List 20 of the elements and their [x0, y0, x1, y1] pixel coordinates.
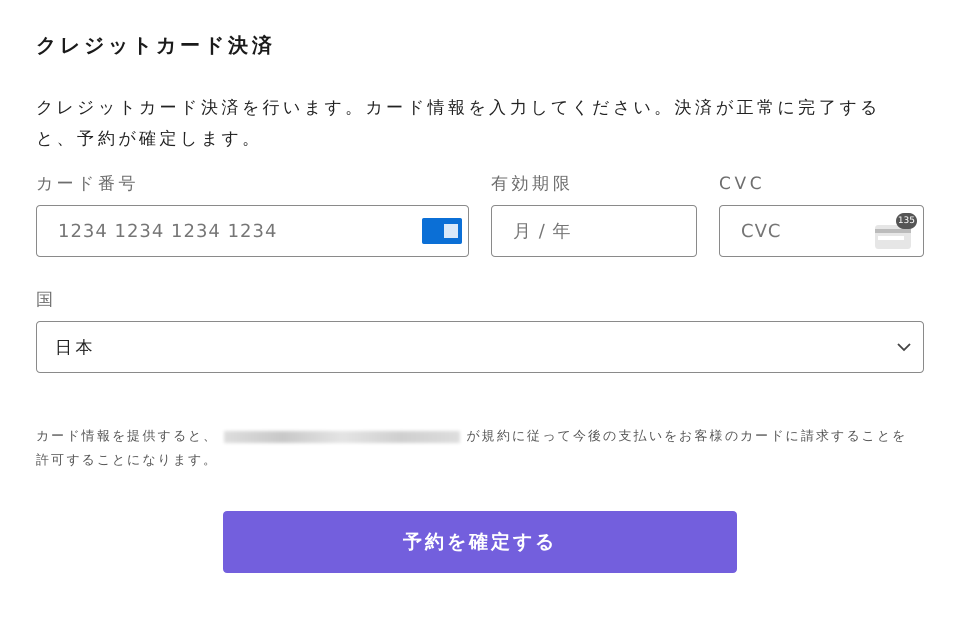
text-input[interactable]: 月 / 年	[513, 220, 690, 242]
card-brand-icon	[422, 218, 462, 244]
page-title: クレジットカード決済	[36, 32, 277, 59]
country-select[interactable]: 日本	[36, 321, 924, 373]
card-number-field[interactable]: 1234 1234 1234 1234	[36, 205, 469, 257]
text-input[interactable]: CVC	[741, 220, 869, 242]
field-label: カード番号	[36, 173, 139, 195]
cvc-field[interactable]: CVC 135	[719, 205, 924, 257]
cvc-badge: 135	[896, 213, 917, 229]
field-label: 国	[36, 289, 57, 311]
notice-text: カード情報を提供すると、	[36, 428, 218, 446]
field-label: CVC	[719, 173, 766, 195]
text-input[interactable]: 1234 1234 1234 1234	[58, 220, 416, 242]
notice-text: が規約に従って今後の支払いをお客様のカードに請求することを	[466, 428, 908, 446]
field-label: 有効期限	[491, 173, 574, 195]
confirm-button[interactable]: 予約を確定する	[223, 511, 737, 573]
description-text: クレジットカード決済を行います。カード情報を入力してください。決済が正常に完了すると、予約が確定します。	[36, 97, 882, 151]
expiry-field[interactable]: 月 / 年	[491, 205, 697, 257]
chevron-down-icon	[897, 342, 911, 352]
notice-text: 許可することになります。	[36, 452, 218, 470]
